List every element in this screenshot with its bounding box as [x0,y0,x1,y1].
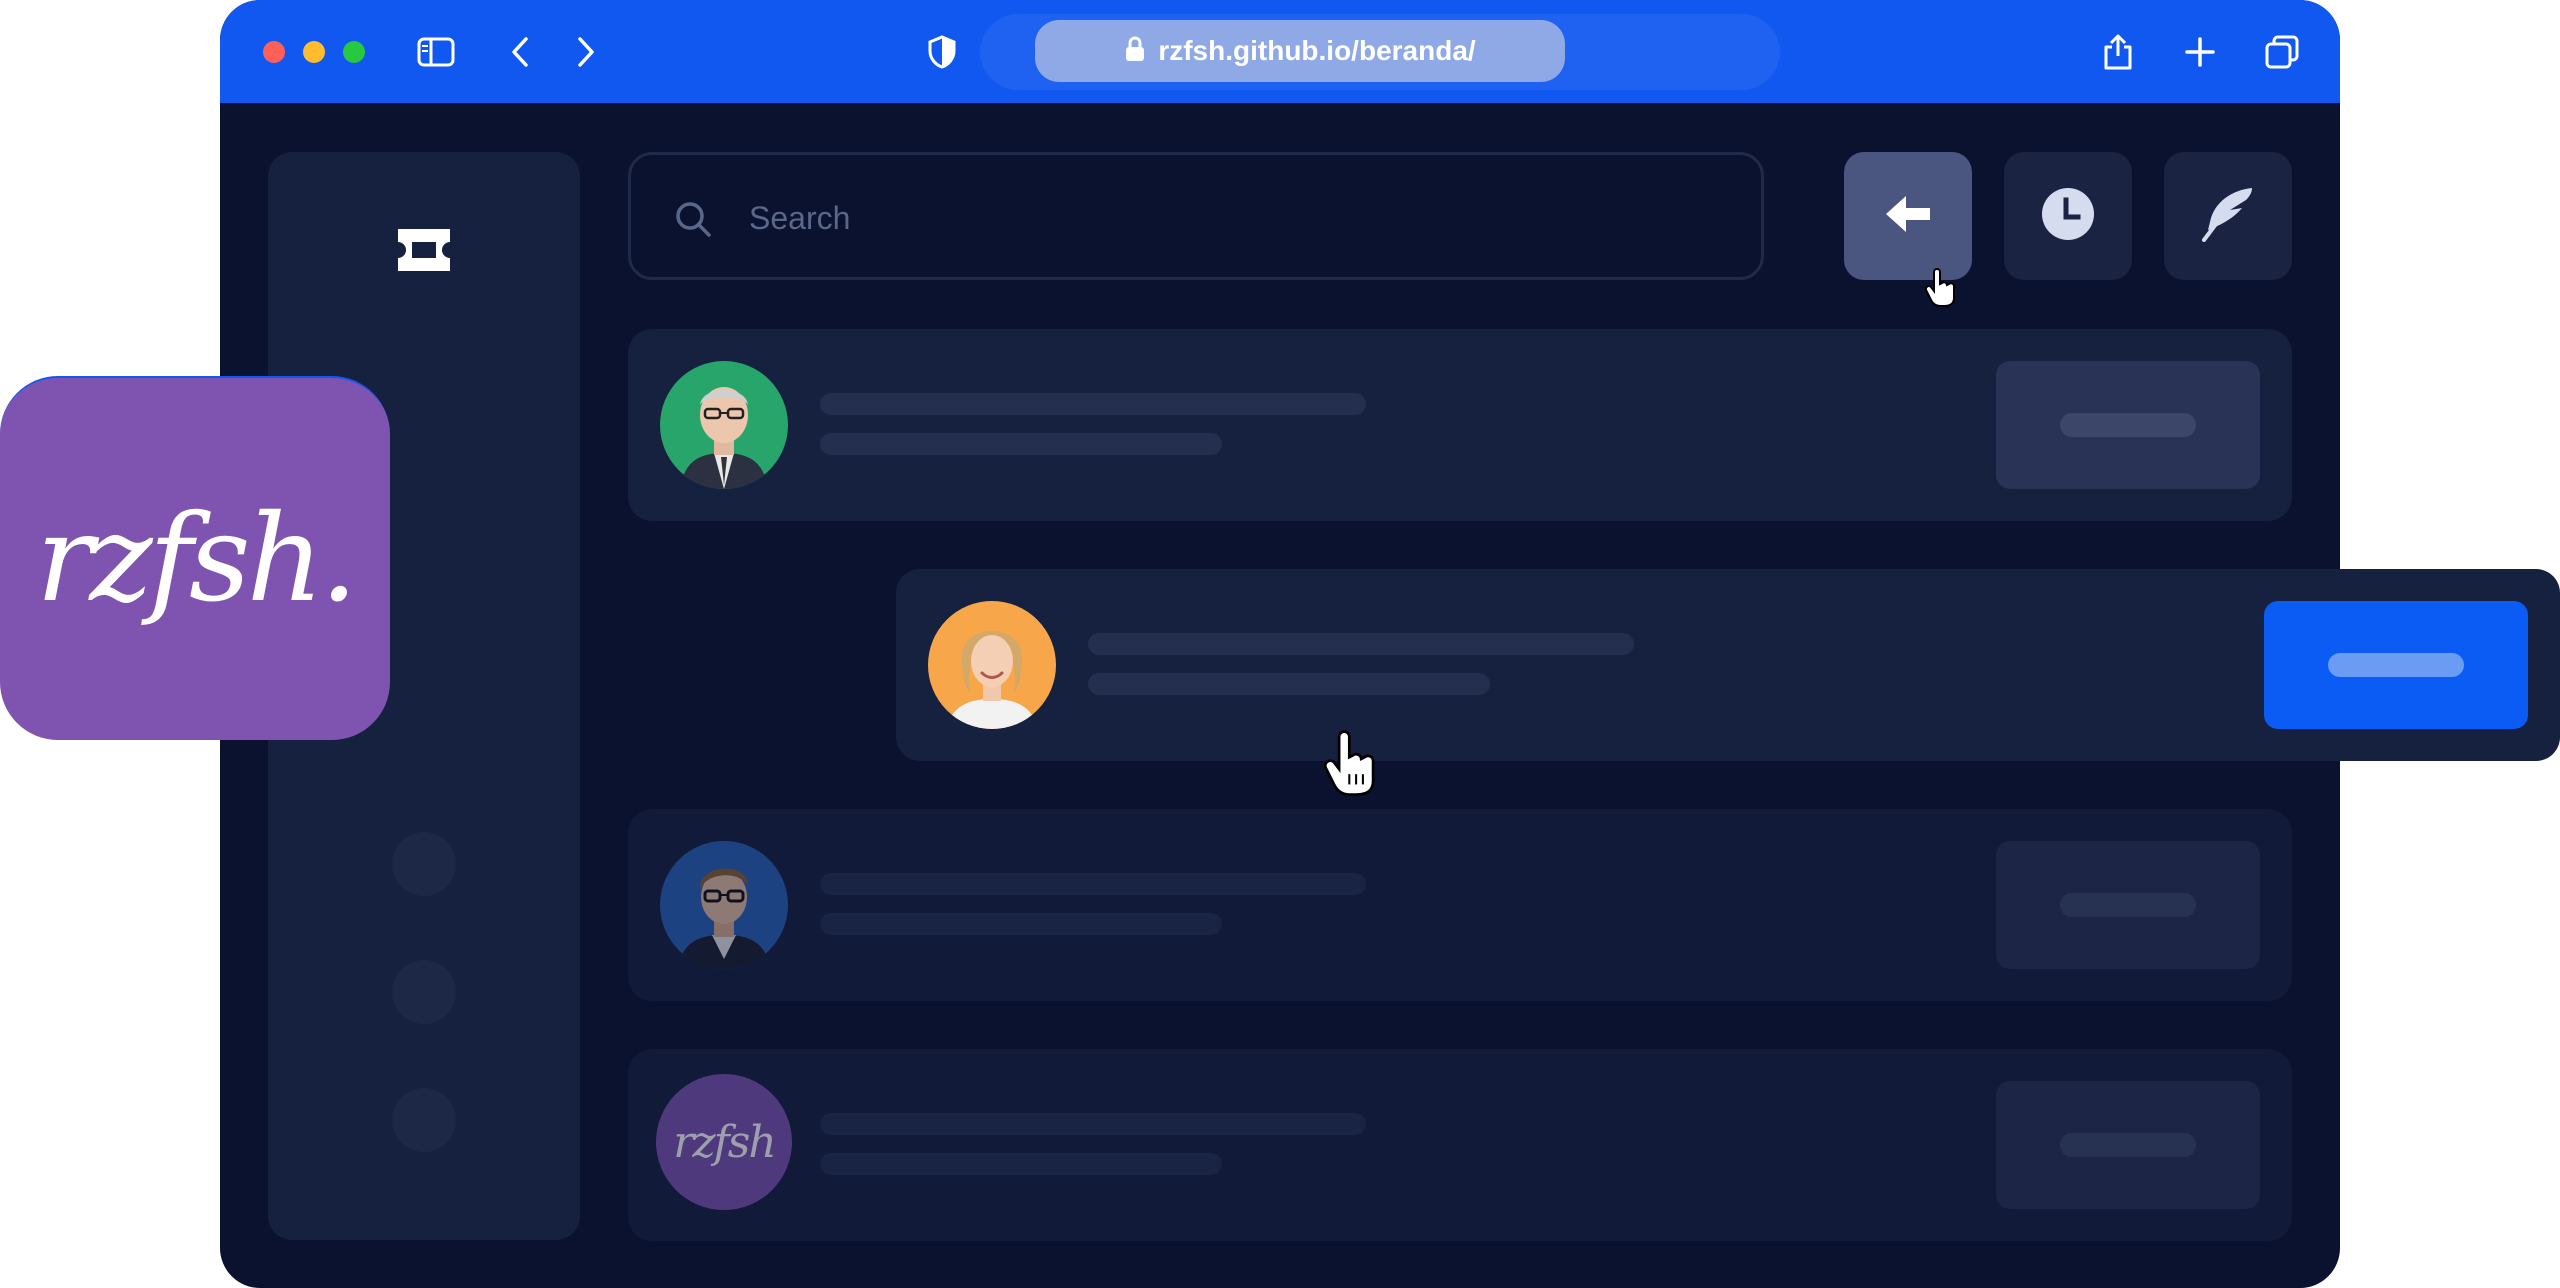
search-bar [628,152,1764,280]
lock-icon [1124,35,1146,68]
back-arrow-icon [1884,194,1932,239]
shield-icon[interactable] [916,26,968,78]
compose-button[interactable] [2164,152,2292,280]
sidebar-nav-dot[interactable] [392,1088,456,1152]
title-skeleton [820,873,1366,895]
list-item[interactable]: rzfsh [628,1049,2292,1241]
subtitle-skeleton [1088,673,1490,695]
share-icon[interactable] [2092,26,2144,78]
ticket-icon[interactable] [396,222,452,278]
address-bar-url: rzfsh.github.io/beranda/ [1158,35,1476,66]
sidebar-nav-dot[interactable] [392,832,456,896]
search-icon [673,199,713,239]
row-action-button[interactable] [1996,841,2260,969]
close-window-button[interactable] [263,41,285,63]
title-skeleton [1088,633,1634,655]
avatar [928,601,1056,729]
title-skeleton [820,1113,1366,1135]
sidebar-toggle-icon[interactable] [410,26,462,78]
new-tab-plus-icon[interactable] [2174,26,2226,78]
row-action-button-active[interactable] [2264,601,2528,729]
stage: rzfsh.github.io/beranda/ Search rzfsh rz… [0,0,2560,1288]
list-item[interactable] [628,809,2292,1001]
clock-icon [2040,186,2096,247]
forward-chevron-icon[interactable] [560,26,612,78]
list-item[interactable] [628,329,2292,521]
subtitle-skeleton [820,433,1222,455]
search-input[interactable] [749,193,1649,243]
title-skeleton [820,393,1366,415]
button-label-skeleton [2060,413,2196,437]
button-label-skeleton [2060,1133,2196,1157]
hand-cursor-icon [1924,268,1958,313]
feather-icon [2202,186,2254,247]
tabs-overview-icon[interactable] [2256,26,2308,78]
brand-logo-card: rzfsh. [0,376,390,740]
button-label-skeleton [2060,893,2196,917]
avatar-logo: rzfsh [656,1074,792,1210]
row-action-button[interactable] [1996,1081,2260,1209]
maximize-window-button[interactable] [343,41,365,63]
address-bar[interactable]: rzfsh.github.io/beranda/ [1035,20,1565,82]
row-action-button[interactable] [1996,361,2260,489]
sidebar-nav-dot[interactable] [392,960,456,1024]
hand-cursor-icon [1320,730,1382,803]
back-arrow-button[interactable] [1844,152,1972,280]
history-button[interactable] [2004,152,2132,280]
back-chevron-icon[interactable] [494,26,546,78]
button-label-skeleton [2328,653,2464,677]
subtitle-skeleton [820,1153,1222,1175]
avatar [660,361,788,489]
subtitle-skeleton [820,913,1222,935]
list-item-highlighted[interactable] [896,569,2560,761]
browser-toolbar: rzfsh.github.io/beranda/ [220,0,2340,103]
brand-logo-text: rzfsh. [35,489,358,629]
avatar [660,841,788,969]
avatar-logo-text: rzfsh [673,1116,776,1168]
minimize-window-button[interactable] [303,41,325,63]
